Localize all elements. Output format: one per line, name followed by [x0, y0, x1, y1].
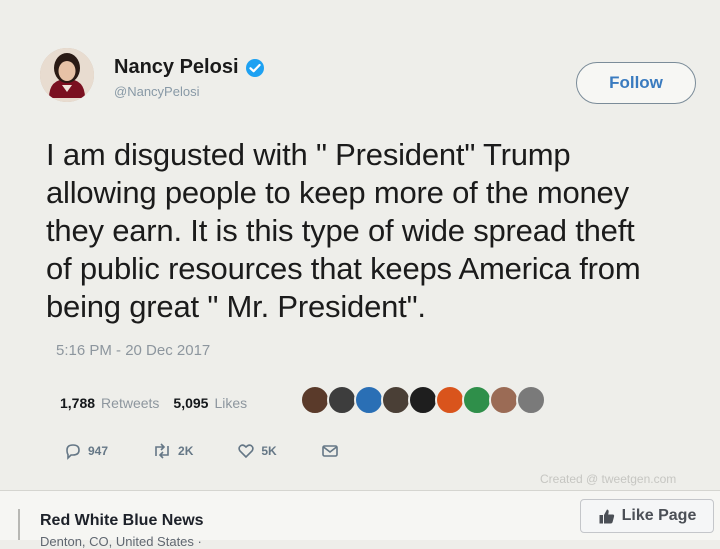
- verified-badge-icon: [245, 58, 264, 77]
- liker-avatars: [300, 385, 546, 415]
- like-page-button[interactable]: Like Page: [580, 499, 714, 533]
- avatar-icon[interactable]: [408, 385, 438, 415]
- likes-count[interactable]: 5,095: [173, 395, 208, 411]
- like-count: 5K: [261, 444, 277, 458]
- tweet-text-line: of public resources that keeps America f…: [46, 251, 641, 286]
- heart-icon: [238, 444, 255, 459]
- tweet-text-line: I am disgusted with " President" Trump: [46, 137, 571, 172]
- tweet-card: Nancy Pelosi @NancyPelosi Follow I am di…: [0, 0, 720, 490]
- envelope-icon: [321, 445, 338, 457]
- tweet-text-line: they earn. It is this type of wide sprea…: [46, 213, 635, 248]
- tweet-text-line: allowing people to keep more of the mone…: [46, 175, 629, 210]
- page-location: Denton, CO, United States ·: [40, 534, 202, 549]
- retweets-label[interactable]: Retweets: [101, 395, 159, 411]
- thumbs-up-icon: [599, 509, 614, 524]
- like-button[interactable]: 5K: [237, 442, 277, 460]
- tweet-text-line: being great " Mr. President".: [46, 289, 426, 324]
- post-edge: [18, 509, 20, 540]
- retweets-count[interactable]: 1,788: [60, 395, 95, 411]
- engagement-stats: 1,788 Retweets 5,095 Likes: [60, 395, 255, 411]
- avatar-icon[interactable]: [300, 385, 330, 415]
- user-handle[interactable]: @NancyPelosi: [114, 84, 199, 99]
- avatar-icon[interactable]: [462, 385, 492, 415]
- watermark: Created @ tweetgen.com: [540, 472, 677, 486]
- reply-icon: [66, 444, 80, 460]
- name-row: Nancy Pelosi: [114, 56, 265, 79]
- tweet-timestamp[interactable]: 5:16 PM - 20 Dec 2017: [56, 342, 210, 359]
- like-page-label: Like Page: [621, 507, 697, 524]
- retweet-button[interactable]: 2K: [152, 442, 193, 460]
- avatar-icon[interactable]: [435, 385, 465, 415]
- retweet-count: 2K: [178, 444, 194, 458]
- tweet-text: I am disgusted with " President" Trump a…: [46, 136, 706, 326]
- display-name[interactable]: Nancy Pelosi: [114, 56, 239, 79]
- likes-label[interactable]: Likes: [214, 395, 247, 411]
- facebook-post-footer: Red White Blue News Denton, CO, United S…: [0, 491, 720, 549]
- avatar-icon[interactable]: [489, 385, 519, 415]
- avatar-icon[interactable]: [327, 385, 357, 415]
- reply-count: 947: [88, 444, 109, 458]
- avatar-icon[interactable]: [516, 385, 546, 415]
- avatar-icon[interactable]: [381, 385, 411, 415]
- avatar-icon[interactable]: [354, 385, 384, 415]
- reply-button[interactable]: 947: [64, 442, 108, 460]
- profile-avatar[interactable]: [40, 48, 94, 102]
- page-name[interactable]: Red White Blue News: [40, 512, 204, 530]
- retweet-icon: [155, 443, 169, 459]
- follow-button[interactable]: Follow: [576, 62, 696, 104]
- direct-message-button[interactable]: [321, 442, 339, 460]
- tweet-actions: 947 2K 5K: [64, 442, 383, 460]
